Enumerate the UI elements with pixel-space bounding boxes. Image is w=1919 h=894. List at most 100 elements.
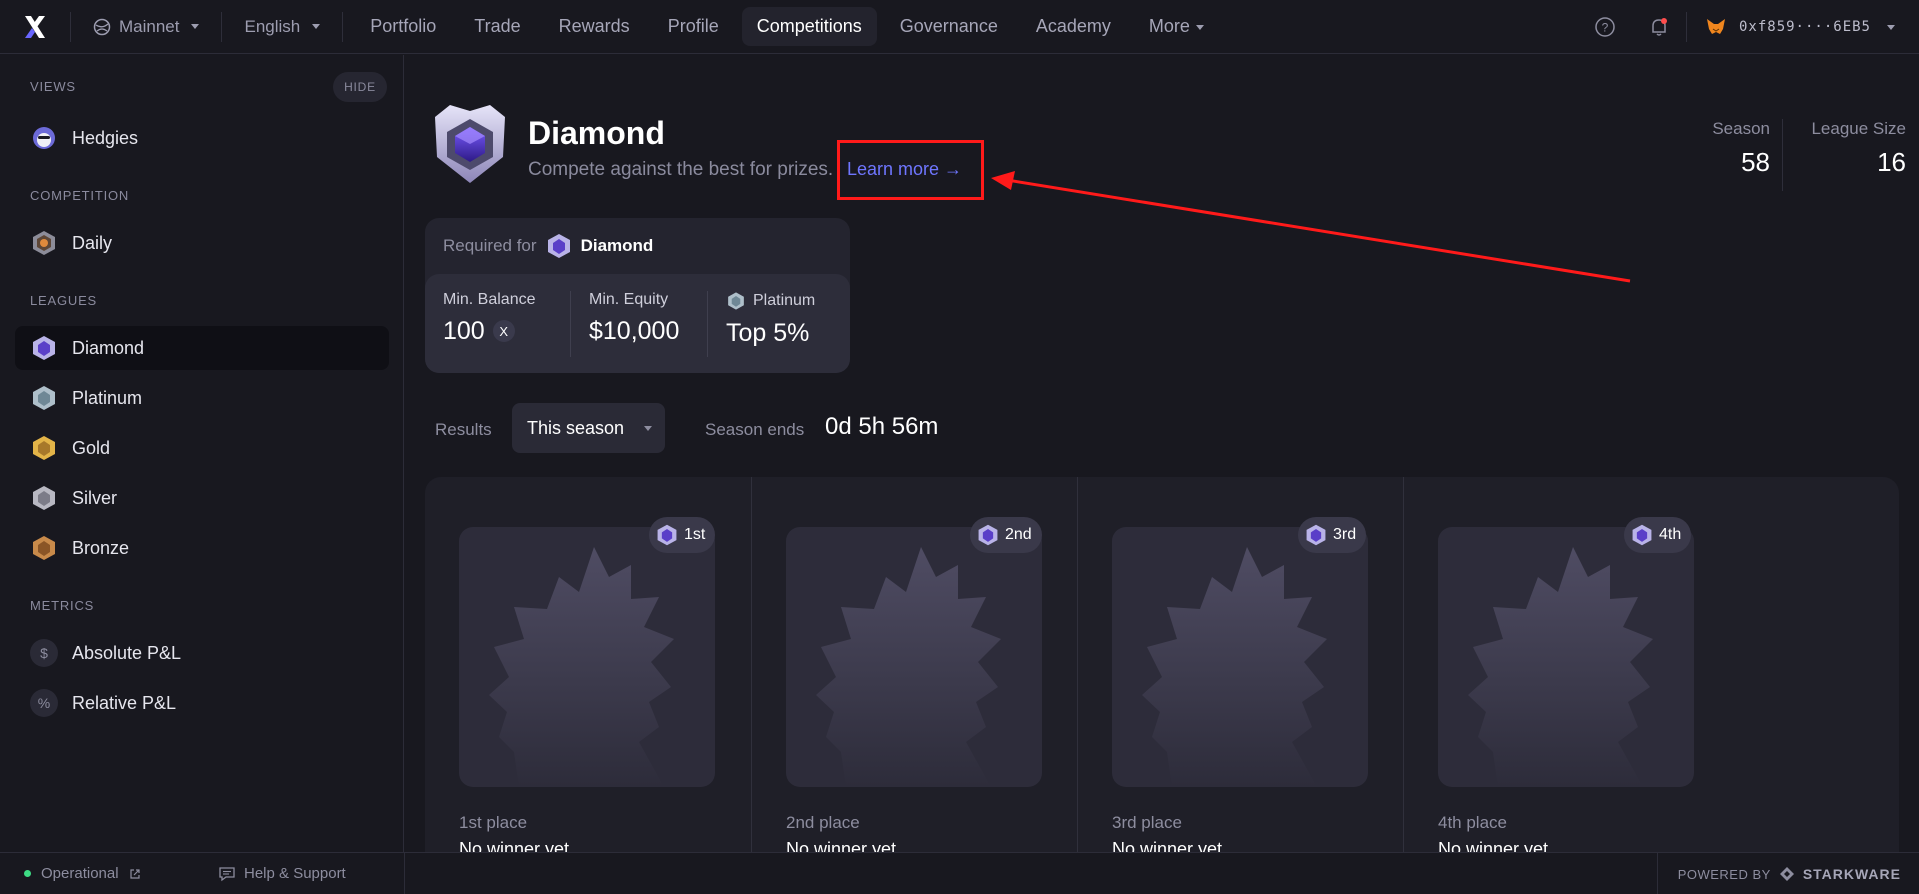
place-card[interactable]: 3rd 3rd place No winner yet: [1077, 477, 1403, 852]
logo-icon: [25, 15, 45, 38]
help-support-link[interactable]: Help & Support: [200, 852, 405, 894]
chat-bubble-icon: [219, 866, 235, 881]
hide-sidebar-button[interactable]: HIDE: [333, 72, 387, 102]
sidebar-item-hedgies[interactable]: Hedgies: [15, 116, 389, 160]
sidebar-item-relative-pnl[interactable]: % Relative P&L: [15, 681, 389, 725]
platinum-requirement: Platinum Top 5%: [707, 290, 850, 357]
league-title: Diamond: [528, 115, 665, 151]
network-selector[interactable]: Mainnet: [71, 0, 221, 54]
diamond-badge-icon: [1632, 524, 1652, 546]
place-title: 3rd place: [1112, 813, 1182, 832]
leagues-heading: LEAGUES: [30, 293, 98, 308]
required-league-name: Diamond: [580, 236, 654, 255]
platinum-label-row: Platinum: [726, 291, 850, 311]
hedgie-placeholder-avatar: [786, 527, 1042, 787]
sidebar: VIEWS HIDE Hedgies COMPETITION Daily LEA…: [0, 55, 404, 852]
help-button[interactable]: ?: [1578, 0, 1632, 54]
help-label: Help & Support: [244, 865, 346, 882]
nav-profile[interactable]: Profile: [653, 7, 734, 46]
platinum-label: Platinum: [753, 291, 816, 309]
requirements-card: Required for Diamond Min. Balance 100 X …: [425, 218, 850, 373]
footer: Operational Help & Support POWERED BY ST…: [0, 852, 1919, 894]
main-nav: Portfolio Trade Rewards Profile Competit…: [343, 7, 1219, 46]
nav-more[interactable]: More: [1134, 7, 1219, 46]
sidebar-item-platinum[interactable]: Platinum: [15, 376, 389, 420]
place-winner: No winner yet: [1112, 839, 1223, 852]
percent-icon: %: [30, 689, 58, 717]
powered-by-starkware[interactable]: POWERED BY STARKWARE: [1656, 853, 1901, 894]
chevron-down-icon: [1887, 24, 1895, 30]
sidebar-item-label: Silver: [72, 487, 118, 508]
chevron-down-icon: [191, 24, 200, 29]
place-rank: 3rd: [1333, 526, 1357, 543]
results-period-value: This season: [527, 417, 625, 438]
powered-by-label: POWERED BY: [1677, 866, 1771, 882]
nav-rewards[interactable]: Rewards: [544, 7, 645, 46]
top-navigation-bar: Mainnet English Portfolio Trade Rewards …: [0, 0, 1919, 54]
nav-governance[interactable]: Governance: [885, 7, 1013, 46]
wallet-address: 0xf859····6EB5: [1738, 19, 1871, 35]
network-label: Mainnet: [119, 16, 180, 36]
platinum-badge-icon: [728, 291, 744, 310]
starkware-logo-icon: [1779, 867, 1794, 881]
bronze-badge-icon: [30, 534, 58, 562]
nav-more-label: More: [1148, 16, 1190, 36]
dydx-logo[interactable]: [0, 0, 70, 54]
nav-trade[interactable]: Trade: [459, 7, 535, 46]
nav-portfolio[interactable]: Portfolio: [355, 7, 451, 46]
season-value: 58: [1741, 147, 1770, 177]
hedgie-silhouette-icon: [1142, 547, 1327, 787]
sidebar-item-silver[interactable]: Silver: [15, 476, 389, 520]
sidebar-item-label: Bronze: [72, 537, 130, 558]
highlight-box: [837, 140, 984, 200]
min-equity-value: $10,000: [589, 316, 680, 345]
notification-bell-icon: [1652, 18, 1667, 36]
language-selector[interactable]: English: [222, 0, 342, 54]
sidebar-item-diamond[interactable]: Diamond: [15, 326, 389, 370]
sidebar-item-gold[interactable]: Gold: [15, 426, 389, 470]
status-dot-icon: [24, 870, 31, 877]
sidebar-item-daily[interactable]: Daily: [15, 221, 389, 265]
place-winner: No winner yet: [1438, 839, 1549, 852]
daily-medal-icon: [30, 229, 58, 257]
metrics-heading: METRICS: [30, 598, 95, 613]
place-card[interactable]: 4th 4th place No winner yet: [1403, 477, 1729, 852]
hedgie-placeholder-avatar: [1438, 527, 1694, 787]
status-label: Operational: [41, 865, 119, 882]
wallet-button[interactable]: 0xf859····6EB5: [1687, 0, 1895, 54]
place-pill: 2nd: [970, 517, 1042, 553]
help-icon: ?: [1595, 17, 1615, 37]
place-card[interactable]: 1st 1st place No winner yet: [425, 477, 751, 852]
notifications-button[interactable]: [1632, 0, 1686, 54]
hedgie-silhouette-icon: [816, 547, 1001, 787]
place-card[interactable]: 2nd 2nd place No winner yet: [751, 477, 1077, 852]
results-label: Results: [435, 420, 492, 439]
hedgie-placeholder-avatar: [459, 527, 715, 787]
svg-text:?: ?: [1602, 21, 1609, 35]
place-rank: 1st: [684, 526, 706, 543]
sidebar-item-absolute-pnl[interactable]: $ Absolute P&L: [15, 631, 389, 675]
annotation-arrow-icon: [991, 171, 1631, 283]
min-balance-amount: 100: [443, 316, 485, 345]
starkware-brand: STARKWARE: [1802, 866, 1901, 882]
results-panel: 1st 1st place No winner yet 2nd 2nd plac…: [425, 477, 1899, 852]
language-label: English: [244, 16, 301, 36]
results-period-select[interactable]: This season: [512, 403, 665, 453]
dydx-token-icon: X: [492, 320, 515, 342]
place-pill: 1st: [649, 517, 716, 553]
sidebar-item-bronze[interactable]: Bronze: [15, 526, 389, 570]
main-content: Diamond Compete against the best for pri…: [405, 55, 1919, 852]
status-link[interactable]: Operational: [0, 865, 200, 882]
place-title: 4th place: [1438, 813, 1507, 832]
requirements-values: Min. Balance 100 X Min. Equity $10,000 P…: [425, 274, 850, 373]
diamond-badge-icon: [657, 524, 677, 546]
diamond-badge-icon: [547, 234, 570, 258]
silver-badge-icon: [30, 484, 58, 512]
place-rank: 2nd: [1005, 526, 1032, 543]
nav-academy[interactable]: Academy: [1021, 7, 1126, 46]
place-title: 2nd place: [786, 813, 860, 832]
nav-competitions[interactable]: Competitions: [741, 7, 877, 46]
season-label: Season: [1712, 119, 1770, 138]
min-balance: Min. Balance 100 X: [425, 291, 570, 357]
divider: [1782, 119, 1783, 191]
